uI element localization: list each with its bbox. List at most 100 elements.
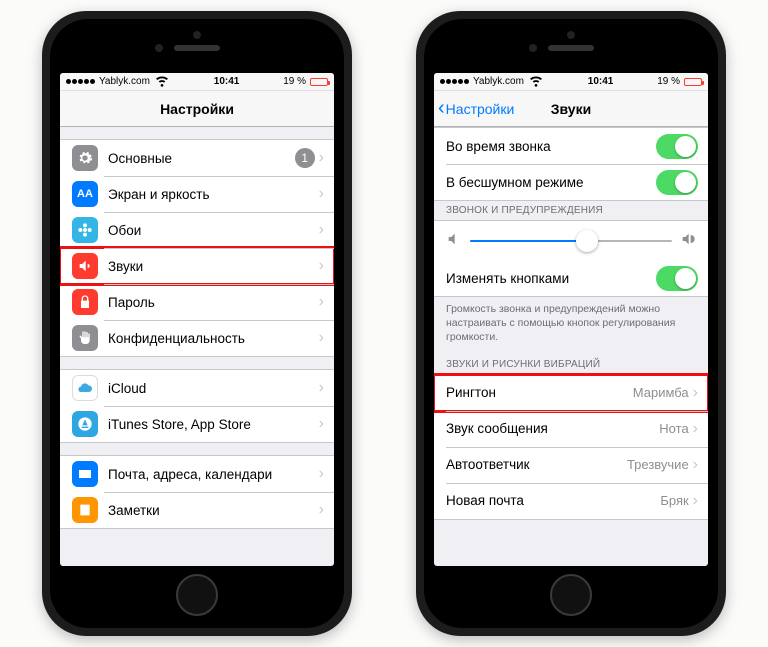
row-vibrate-ring[interactable]: Во время звонка (434, 128, 708, 164)
label: Рингтон (446, 385, 633, 400)
navbar: ‹ Настройки Звуки (434, 91, 708, 127)
label: Почта, адреса, календари (108, 467, 319, 482)
row-newmail[interactable]: Новая почтаБряк › (434, 483, 708, 519)
back-label: Настройки (446, 101, 515, 117)
row-display[interactable]: AA Экран и яркость› (60, 176, 334, 212)
screen-sounds: Yablyk.com 10:41 19 % ‹ Настройки Звуки (434, 73, 708, 566)
label: Обои (108, 223, 319, 238)
battery-icon (684, 78, 702, 86)
speaker-icon (72, 253, 98, 279)
chevron-right-icon: › (319, 501, 324, 519)
row-ringtone[interactable]: РингтонМаримба › (434, 375, 708, 411)
textsize-icon: AA (72, 181, 98, 207)
settings-list: Основные1›AAЭкран и яркость›Обои›Звуки›П… (60, 127, 334, 566)
battery-icon (310, 78, 328, 86)
label: Во время звонка (446, 139, 656, 154)
clock: 10:41 (214, 76, 240, 87)
wifi-icon (154, 73, 170, 91)
label: Пароль (108, 295, 319, 310)
label: Основные (108, 151, 295, 166)
navbar: Настройки (60, 91, 334, 127)
row-icloud[interactable]: iCloud› (60, 370, 334, 406)
mail-icon (72, 461, 98, 487)
group-header-ringer: ЗВОНОК И ПРЕДУПРЕЖДЕНИЯ (434, 201, 708, 220)
row-sounds[interactable]: Звуки› (60, 248, 334, 284)
label: В бесшумном режиме (446, 175, 656, 190)
lock-icon (72, 289, 98, 315)
group-footer-ringer: Громкость звонка и предупреждений можно … (434, 297, 708, 347)
row-text[interactable]: Звук сообщенияНота › (434, 411, 708, 447)
label: Заметки (108, 503, 319, 518)
home-button[interactable] (550, 574, 592, 616)
status-bar: Yablyk.com 10:41 19 % (434, 73, 708, 91)
label: iCloud (108, 381, 319, 396)
label: iTunes Store, App Store (108, 417, 319, 432)
value: Бряк (660, 493, 688, 508)
value: Нота (659, 421, 688, 436)
row-voicemail[interactable]: АвтоответчикТрезвучие › (434, 447, 708, 483)
badge: 1 (295, 148, 315, 168)
toggle-switch[interactable] (656, 170, 698, 195)
chevron-right-icon: › (319, 257, 324, 275)
phone-body: Yablyk.com 10:41 19 % ‹ Настройки Звуки (424, 19, 718, 628)
screen-settings: Yablyk.com 10:41 19 % Настройки Основные… (60, 73, 334, 566)
label: Звук сообщения (446, 421, 659, 436)
status-bar: Yablyk.com 10:41 19 % (60, 73, 334, 91)
chevron-right-icon: › (319, 465, 324, 483)
sounds-content: Во время звонка В бесшумном режиме ЗВОНО… (434, 127, 708, 566)
cloud-icon (72, 375, 98, 401)
chevron-right-icon: › (319, 149, 324, 167)
chevron-right-icon: › (693, 492, 698, 510)
chevron-right-icon: › (693, 384, 698, 402)
gear-icon (72, 145, 98, 171)
signal-icon (66, 79, 95, 84)
label: Изменять кнопками (446, 271, 656, 286)
row-privacy[interactable]: Конфиденциальность› (60, 320, 334, 356)
notes-icon (72, 497, 98, 523)
volume-slider[interactable] (470, 240, 672, 242)
label: Новая почта (446, 493, 660, 508)
carrier-label: Yablyk.com (99, 76, 150, 87)
carrier-label: Yablyk.com (473, 76, 524, 87)
chevron-right-icon: › (319, 221, 324, 239)
value: Трезвучие (627, 457, 689, 472)
volume-high-icon (680, 231, 696, 250)
label: Автоответчик (446, 457, 627, 472)
phone-left: Yablyk.com 10:41 19 % Настройки Основные… (42, 11, 352, 636)
battery-pct: 19 % (657, 76, 680, 87)
chevron-right-icon: › (319, 379, 324, 397)
row-notes[interactable]: Заметки› (60, 492, 334, 528)
row-change-with-buttons[interactable]: Изменять кнопками (434, 260, 708, 296)
phone-body: Yablyk.com 10:41 19 % Настройки Основные… (50, 19, 344, 628)
value: Маримба (633, 385, 689, 400)
toggle-switch[interactable] (656, 266, 698, 291)
volume-slider-row[interactable] (434, 220, 708, 260)
label: Экран и яркость (108, 187, 319, 202)
chevron-right-icon: › (319, 185, 324, 203)
hand-icon (72, 325, 98, 351)
chevron-right-icon: › (693, 456, 698, 474)
row-general[interactable]: Основные1› (60, 140, 334, 176)
label: Звуки (108, 259, 319, 274)
row-wallpaper[interactable]: Обои› (60, 212, 334, 248)
row-mail[interactable]: Почта, адреса, календари› (60, 456, 334, 492)
home-button[interactable] (176, 574, 218, 616)
battery-pct: 19 % (283, 76, 306, 87)
chevron-right-icon: › (319, 293, 324, 311)
chevron-left-icon: ‹ (438, 98, 445, 118)
toggle-switch[interactable] (656, 134, 698, 159)
volume-low-icon (446, 231, 462, 250)
chevron-right-icon: › (693, 420, 698, 438)
row-passcode[interactable]: Пароль› (60, 284, 334, 320)
wifi-icon (528, 73, 544, 91)
sounds-list: РингтонМаримба›Звук сообщенияНота›Автоот… (434, 374, 708, 520)
back-button[interactable]: ‹ Настройки (438, 100, 514, 118)
appstore-icon (72, 411, 98, 437)
group-header-sounds: ЗВУКИ И РИСУНКИ ВИБРАЦИЙ (434, 355, 708, 374)
phone-right: Yablyk.com 10:41 19 % ‹ Настройки Звуки (416, 11, 726, 636)
chevron-right-icon: › (319, 329, 324, 347)
row-vibrate-silent[interactable]: В бесшумном режиме (434, 164, 708, 200)
label: Конфиденциальность (108, 331, 319, 346)
chevron-right-icon: › (319, 415, 324, 433)
row-itunes[interactable]: iTunes Store, App Store› (60, 406, 334, 442)
